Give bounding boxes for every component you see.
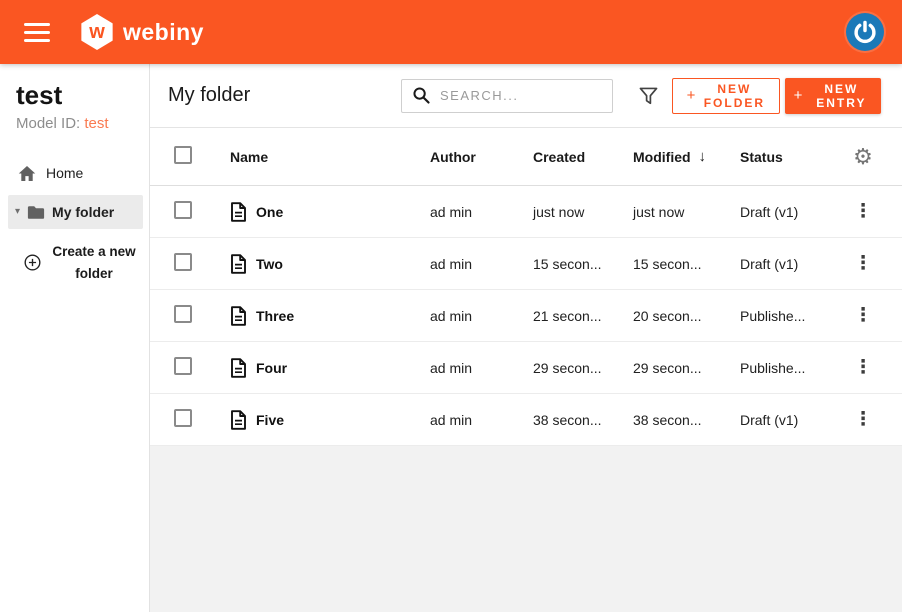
filter-funnel-icon: [639, 87, 658, 105]
webiny-logo[interactable]: w webiny: [80, 14, 204, 50]
kebab-menu-icon[interactable]: ⋮: [854, 254, 873, 273]
cell-created: just now: [533, 204, 633, 220]
document-icon: [230, 202, 247, 222]
app-bar: w webiny: [0, 0, 902, 64]
document-icon: [230, 358, 247, 378]
table-row[interactable]: One ad min just now just now Draft (v1) …: [150, 186, 902, 238]
folder-icon: [27, 205, 45, 220]
kebab-menu-icon[interactable]: ⋮: [854, 358, 873, 377]
sidebar-item-my-folder[interactable]: ▾ My folder: [8, 195, 143, 229]
content-header: My folder + NEW FOLDE: [150, 64, 902, 128]
button-label: NEW FOLDER: [703, 82, 765, 110]
user-avatar[interactable]: [846, 13, 884, 51]
cell-modified: 20 secon...: [633, 308, 740, 324]
entry-name: Two: [256, 256, 283, 272]
column-header-status[interactable]: Status: [740, 149, 840, 165]
cell-author: ad min: [430, 308, 533, 324]
plus-icon: +: [687, 89, 696, 103]
cell-status: Publishe...: [740, 308, 840, 324]
entry-name: Four: [256, 360, 287, 376]
hamburger-menu-icon[interactable]: [24, 23, 50, 42]
plus-icon: +: [794, 89, 803, 103]
cell-status: Draft (v1): [740, 204, 840, 220]
cell-modified: 15 secon...: [633, 256, 740, 272]
kebab-menu-icon[interactable]: ⋮: [854, 410, 873, 429]
search-input[interactable]: [440, 88, 602, 103]
button-label: NEW ENTRY: [810, 82, 872, 110]
column-header-name[interactable]: Name: [218, 149, 430, 165]
sidebar: test Model ID: test Home ▾ M: [0, 64, 150, 612]
cell-author: ad min: [430, 412, 533, 428]
document-icon: [230, 306, 247, 326]
row-checkbox[interactable]: [174, 253, 192, 271]
select-all-checkbox[interactable]: [174, 146, 192, 164]
table-row[interactable]: Three ad min 21 secon... 20 secon... Pub…: [150, 290, 902, 342]
table-row[interactable]: Five ad min 38 secon... 38 secon... Draf…: [150, 394, 902, 446]
new-folder-button[interactable]: + NEW FOLDER: [672, 78, 780, 114]
table-row[interactable]: Two ad min 15 secon... 15 secon... Draft…: [150, 238, 902, 290]
main-content: My folder + NEW FOLDE: [150, 64, 902, 612]
row-checkbox[interactable]: [174, 305, 192, 323]
cell-status: Draft (v1): [740, 412, 840, 428]
page-title: My folder: [168, 84, 250, 107]
entry-name: One: [256, 204, 283, 220]
kebab-menu-icon[interactable]: ⋮: [854, 306, 873, 325]
table-row[interactable]: Four ad min 29 secon... 29 secon... Publ…: [150, 342, 902, 394]
table-body: One ad min just now just now Draft (v1) …: [150, 186, 902, 446]
sidebar-item-home[interactable]: Home: [0, 158, 149, 188]
chevron-down-icon[interactable]: ▾: [15, 207, 20, 217]
model-id: Model ID: test: [16, 115, 149, 132]
cell-modified: 29 secon...: [633, 360, 740, 376]
cell-modified: 38 secon...: [633, 412, 740, 428]
cell-created: 21 secon...: [533, 308, 633, 324]
cell-created: 15 secon...: [533, 256, 633, 272]
column-header-modified[interactable]: Modified ↓: [633, 148, 740, 165]
empty-area: [150, 446, 902, 612]
power-icon: [852, 19, 878, 45]
folder-tree: Home ▾ My folder Create a new: [0, 158, 149, 284]
column-header-author[interactable]: Author: [430, 149, 533, 165]
sidebar-item-label: Create a new folder: [50, 241, 138, 284]
cell-modified: just now: [633, 204, 740, 220]
table-header-row: Name Author Created Modified ↓ Status ⚙: [150, 128, 902, 186]
cell-created: 38 secon...: [533, 412, 633, 428]
webiny-hexagon-icon: w: [80, 14, 114, 50]
row-checkbox[interactable]: [174, 357, 192, 375]
cell-created: 29 secon...: [533, 360, 633, 376]
kebab-menu-icon[interactable]: ⋮: [854, 202, 873, 221]
webiny-wordmark: webiny: [123, 19, 204, 46]
cell-author: ad min: [430, 204, 533, 220]
row-checkbox[interactable]: [174, 201, 192, 219]
cell-author: ad min: [430, 360, 533, 376]
column-header-created[interactable]: Created: [533, 149, 633, 165]
search-box[interactable]: [401, 79, 613, 113]
entries-table: Name Author Created Modified ↓ Status ⚙: [150, 128, 902, 446]
cell-author: ad min: [430, 256, 533, 272]
circle-plus-icon: [24, 254, 41, 271]
cell-status: Draft (v1): [740, 256, 840, 272]
cell-status: Publishe...: [740, 360, 840, 376]
row-checkbox[interactable]: [174, 409, 192, 427]
document-icon: [230, 254, 247, 274]
sidebar-item-label: My folder: [52, 204, 114, 220]
sort-descending-icon: ↓: [699, 148, 707, 165]
entry-name: Five: [256, 412, 284, 428]
sidebar-item-create-folder[interactable]: Create a new folder: [0, 241, 149, 284]
document-icon: [230, 410, 247, 430]
filter-button[interactable]: [639, 87, 658, 105]
new-entry-button[interactable]: + NEW ENTRY: [785, 78, 881, 114]
entry-name: Three: [256, 308, 294, 324]
model-id-value: test: [84, 115, 108, 132]
table-settings-gear-icon[interactable]: ⚙: [853, 146, 873, 168]
sidebar-item-label: Home: [46, 165, 83, 181]
model-title: test: [16, 80, 149, 111]
home-icon: [18, 165, 36, 182]
search-icon: [412, 86, 431, 105]
